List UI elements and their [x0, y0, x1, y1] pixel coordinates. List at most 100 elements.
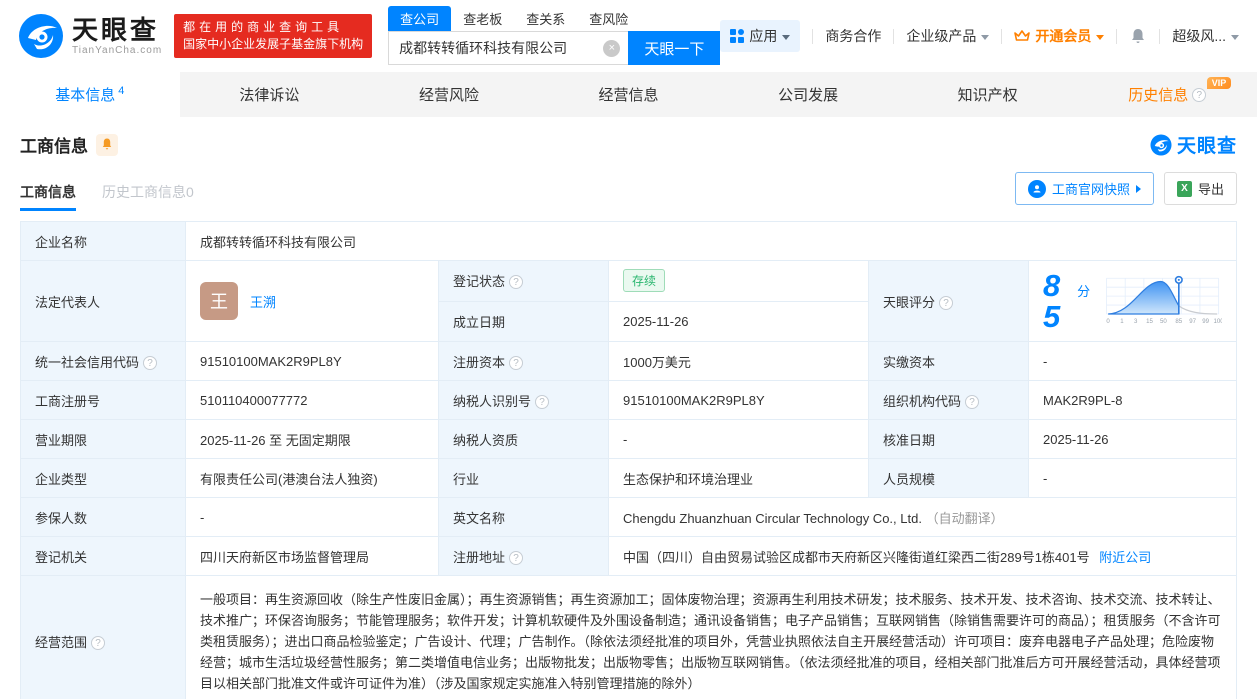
- taxpayer-qual-value: -: [608, 419, 869, 459]
- tianyancha-logo[interactable]: 天眼查 TianYanCha.com: [18, 13, 162, 59]
- subscribe-bell-icon[interactable]: [96, 133, 118, 156]
- table-row: 营业期限 2025-11-26 至 无固定期限 纳税人资质 - 核准日期 202…: [20, 419, 1237, 459]
- nav-enterprise[interactable]: 企业级产品: [906, 26, 990, 46]
- help-icon[interactable]: ?: [535, 394, 550, 409]
- apps-grid-icon: [730, 29, 745, 43]
- tab-operation-risk[interactable]: 经营风险: [359, 72, 539, 117]
- subtab-business-info[interactable]: 工商信息: [20, 182, 76, 211]
- search-input[interactable]: [389, 40, 629, 56]
- export-button[interactable]: X 导出: [1163, 172, 1237, 205]
- est-date-value: 2025-11-26: [608, 300, 869, 342]
- taxpayer-id-label: 纳税人识别号?: [438, 380, 609, 420]
- help-icon[interactable]: ?: [509, 550, 524, 565]
- nav-cooperation[interactable]: 商务合作: [825, 26, 881, 46]
- help-icon[interactable]: ?: [965, 394, 980, 409]
- org-code-value: MAK2R9PL-8: [1028, 380, 1237, 420]
- svg-text:3: 3: [1134, 318, 1138, 325]
- tab-operation-info[interactable]: 经营信息: [539, 72, 719, 117]
- subtab-history-business-info[interactable]: 历史工商信息0: [102, 182, 194, 211]
- tab-intellectual-property[interactable]: 知识产权: [898, 72, 1078, 117]
- biz-term-label: 营业期限: [20, 419, 186, 459]
- svg-text:0: 0: [1107, 318, 1111, 325]
- reg-number-label: 工商注册号: [20, 380, 186, 420]
- help-icon[interactable]: ?: [91, 636, 106, 650]
- tab-history-info[interactable]: VIP 历史信息 ?: [1077, 72, 1257, 117]
- reg-address-value: 中国（四川）自由贸易试验区成都市天府新区兴隆街道红梁西二街289号1栋401号 …: [608, 536, 1237, 576]
- tianyancha-watermark: 天眼查: [1150, 131, 1237, 158]
- search-tab-relation[interactable]: 查关系: [514, 6, 577, 31]
- auto-translate-note: （自动翻译）: [925, 510, 1004, 526]
- table-row: 参保人数 - 英文名称 Chengdu Zhuanzhuan Circular …: [20, 497, 1237, 537]
- nav-apps-label: 应用: [749, 28, 778, 44]
- divider: [1116, 28, 1118, 44]
- section-title: 工商信息: [20, 137, 88, 156]
- staff-size-label: 人员规模: [868, 458, 1029, 498]
- table-row: 统一社会信用代码? 91510100MAK2R9PL8Y 注册资本? 1000万…: [20, 341, 1237, 381]
- english-name-value: Chengdu Zhuanzhuan Circular Technology C…: [608, 497, 1237, 537]
- score-cell: 85 分 0 1 3 15 50 85 97 99 10: [1028, 260, 1237, 342]
- table-row: 经营范围? 一般项目：再生资源回收（除生产性废旧金属）；再生资源销售；再生资源加…: [20, 575, 1237, 699]
- insured-value: -: [185, 497, 439, 537]
- tab-company-development[interactable]: 公司发展: [718, 72, 898, 117]
- svg-text:85: 85: [1176, 318, 1183, 325]
- search-tab-company[interactable]: 查公司: [388, 6, 452, 31]
- company-type-label: 企业类型: [20, 458, 186, 498]
- approval-date-label: 核准日期: [868, 419, 1029, 459]
- search-tab-risk[interactable]: 查风险: [577, 6, 640, 31]
- reg-address-label: 注册地址?: [438, 536, 609, 576]
- legal-rep-cell: 王 王溯: [185, 260, 439, 342]
- legal-rep-label: 法定代表人: [20, 260, 186, 342]
- legal-rep-link[interactable]: 王溯: [250, 292, 276, 311]
- official-snapshot-button[interactable]: 工商官网快照: [1014, 172, 1154, 205]
- industry-label: 行业: [438, 458, 609, 498]
- svg-text:97: 97: [1189, 318, 1196, 325]
- credit-code-value: 91510100MAK2R9PL8Y: [185, 341, 439, 381]
- staff-size-value: -: [1028, 458, 1237, 498]
- svg-text:15: 15: [1146, 318, 1153, 325]
- taxpayer-id-value: 91510100MAK2R9PL8Y: [608, 380, 869, 420]
- help-icon[interactable]: ?: [143, 355, 158, 370]
- nearby-companies-link[interactable]: 附近公司: [1099, 550, 1151, 565]
- search-module: 查公司 查老板 查关系 查风险 × 天眼一下: [388, 6, 721, 65]
- nav-super-risk[interactable]: 超级风...: [1172, 26, 1239, 46]
- business-info-table: 企业名称 成都转转循环科技有限公司 法定代表人 王 王溯 登记状态? 存续 天眼…: [20, 221, 1237, 699]
- excel-icon: X: [1176, 180, 1192, 197]
- svg-text:1: 1: [1120, 318, 1124, 325]
- help-icon[interactable]: ?: [509, 355, 524, 370]
- paid-capital-label: 实缴资本: [868, 341, 1029, 381]
- score-label: 天眼评分?: [868, 260, 1029, 342]
- chevron-down-icon: [1096, 34, 1105, 40]
- nav-apps[interactable]: 应用: [720, 20, 801, 52]
- reg-capital-value: 1000万美元: [608, 341, 869, 381]
- help-icon[interactable]: ?: [509, 275, 524, 290]
- search-input-wrap: ×: [388, 31, 629, 65]
- credit-code-label: 统一社会信用代码?: [20, 341, 186, 381]
- tab-count: 4: [118, 84, 125, 97]
- reg-number-value: 510110400077772: [185, 380, 439, 420]
- status-badge: 存续: [623, 269, 666, 293]
- company-type-value: 有限责任公司(港澳台法人独资): [185, 458, 439, 498]
- notification-bell-icon[interactable]: [1129, 27, 1147, 45]
- reg-status-label: 登记状态?: [438, 260, 609, 302]
- brand-slogan-banner: 都在用的商业查询工具 国家中小企业发展子基金旗下机构: [174, 14, 373, 58]
- help-icon[interactable]: ?: [1192, 87, 1207, 102]
- help-icon[interactable]: ?: [939, 295, 954, 310]
- nav-vip[interactable]: 开通会员: [1014, 26, 1105, 46]
- table-row: 法定代表人 王 王溯 登记状态? 存续 天眼评分? 85 分 0 1 3 15 …: [20, 260, 1237, 342]
- tab-basic-info[interactable]: 基本信息 4: [0, 72, 180, 117]
- divider: [812, 28, 814, 44]
- search-tab-boss[interactable]: 查老板: [451, 6, 514, 31]
- business-info-section: 工商信息 天眼查 工商信息 历史工商信息0 工商官网快照 X 导出 企业名称 成…: [0, 117, 1257, 699]
- tab-legal-lawsuits[interactable]: 法律诉讼: [180, 72, 360, 117]
- search-button[interactable]: 天眼一下: [628, 31, 721, 65]
- clear-search-icon[interactable]: ×: [603, 39, 621, 57]
- table-row: 登记机关 四川天府新区市场监督管理局 注册地址? 中国（四川）自由贸易试验区成都…: [20, 536, 1237, 576]
- svg-text:100: 100: [1214, 318, 1222, 325]
- company-name-label: 企业名称: [20, 221, 186, 261]
- business-scope-value: 一般项目：再生资源回收（除生产性废旧金属）；再生资源销售；再生资源加工；固体废物…: [185, 575, 1237, 699]
- search-tabs: 查公司 查老板 查关系 查风险: [388, 6, 720, 31]
- banner-line2: 国家中小企业发展子基金旗下机构: [183, 37, 364, 51]
- tianyancha-watermark-icon: [1150, 133, 1172, 156]
- tianyancha-logo-icon: [19, 14, 63, 58]
- insured-label: 参保人数: [20, 497, 186, 537]
